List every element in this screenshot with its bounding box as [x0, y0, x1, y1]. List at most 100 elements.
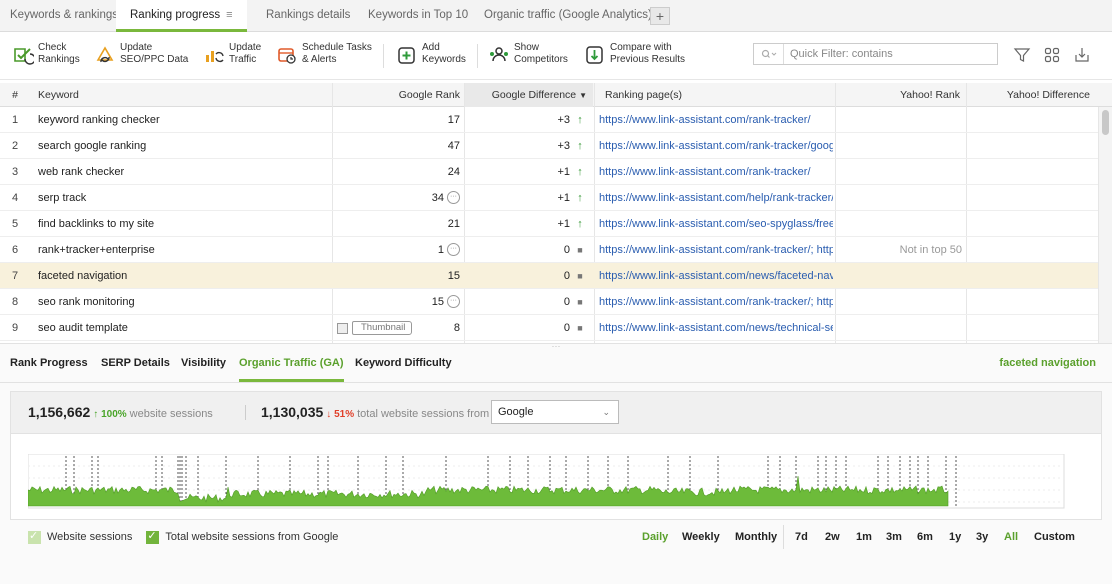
rank-value: 1: [437, 244, 444, 256]
view-options-icon[interactable]: [1043, 46, 1061, 64]
update-traffic-button[interactable]: Update Traffic: [203, 42, 261, 72]
update-traffic-icon: [206, 51, 224, 63]
table-header: # Keyword Google Rank Google Difference …: [0, 83, 1112, 107]
traffic-chart[interactable]: [28, 454, 1068, 514]
menu-icon[interactable]: ≡: [226, 0, 232, 31]
more-results-icon[interactable]: ···: [447, 242, 460, 256]
chart-legend: Website sessions Total website sessions …: [28, 528, 352, 546]
range-3m[interactable]: 3m: [886, 531, 902, 543]
ranking-page-link[interactable]: https://www.link-assistant.com/help/rank…: [599, 185, 833, 211]
export-icon[interactable]: [1073, 46, 1091, 64]
period-daily[interactable]: Daily: [642, 531, 668, 543]
google-rank-cell: 34 ···: [336, 185, 460, 211]
difference-value: +1: [557, 218, 570, 230]
yahoo-rank-cell: [840, 107, 962, 133]
col-ranking-pages[interactable]: Ranking page(s): [605, 83, 825, 107]
col-yahoo-difference[interactable]: Yahoo! Difference: [970, 83, 1090, 107]
show-competitors-button[interactable]: Show Competitors: [488, 42, 568, 72]
ranking-page-link[interactable]: https://www.link-assistant.com/rank-trac…: [599, 237, 833, 263]
more-results-icon[interactable]: ···: [447, 294, 460, 308]
table-row[interactable]: 4 serp track 34 ··· +1 ↑ https://www.link-assi…: [0, 185, 1098, 211]
traffic-source-select[interactable]: Google ⌄: [491, 400, 619, 424]
google-rank-cell: 15: [336, 263, 460, 289]
row-number: 5: [11, 218, 19, 230]
col-number[interactable]: #: [0, 83, 30, 107]
schedule-tasks-button[interactable]: Schedule Tasks & Alerts: [276, 42, 372, 72]
keyword-cell: keyword ranking checker: [38, 114, 160, 126]
detail-tabs: Rank Progress SERP Details Visibility Or…: [0, 351, 1112, 383]
range-7d[interactable]: 7d: [795, 531, 808, 543]
website-sessions-stat: 1,156,662 ↑ 100% website sessions: [28, 392, 213, 433]
ranking-page-link[interactable]: https://www.link-assistant.com/rank-trac…: [599, 159, 833, 185]
tab-rank-progress[interactable]: Rank Progress: [10, 351, 88, 382]
table-row[interactable]: 5 find backlinks to my site 21 +1 ↑ https://w…: [0, 211, 1098, 237]
yahoo-rank-cell: [840, 263, 962, 289]
filter-type-dropdown[interactable]: [754, 44, 784, 64]
google-rank-cell: 8: [336, 315, 460, 341]
add-keywords-button[interactable]: Add Keywords: [396, 42, 466, 72]
compare-results-button[interactable]: Compare with Previous Results: [584, 42, 685, 72]
tab-visibility[interactable]: Visibility: [181, 351, 226, 382]
yahoo-rank-cell: [840, 289, 962, 315]
website-sessions-checkbox[interactable]: [28, 529, 41, 544]
label-line1: Check: [38, 42, 67, 53]
table-row[interactable]: 6 rank+tracker+enterprise 1 ··· 0 ■ https://ww…: [0, 237, 1098, 263]
range-3y[interactable]: 3y: [976, 531, 988, 543]
label-line2: & Alerts: [302, 53, 337, 65]
rank-value: 24: [447, 166, 460, 178]
label-line1: Update: [229, 42, 262, 53]
tab-organic-traffic-ga[interactable]: Organic Traffic (GA): [239, 351, 344, 382]
col-keyword[interactable]: Keyword: [38, 83, 318, 107]
table-row[interactable]: 9 seo audit template Thumbnail 8 0 ■ https://w…: [0, 315, 1098, 341]
range-6m[interactable]: 6m: [917, 531, 933, 543]
google-sessions-checkbox[interactable]: [146, 529, 160, 544]
table-row[interactable]: 3 web rank checker 24 +1 ↑ https://www.link-a…: [0, 159, 1098, 185]
check-rankings-icon: [14, 48, 34, 65]
col-google-difference[interactable]: Google Difference ▼: [465, 83, 593, 107]
panel-splitter[interactable]: ···: [0, 342, 1112, 351]
ranking-page-link[interactable]: https://www.link-assistant.com/rank-trac…: [599, 289, 833, 315]
add-tab-button[interactable]: +: [650, 7, 670, 25]
col-google-rank[interactable]: Google Rank: [336, 83, 460, 107]
legend-website-sessions: Website sessions: [47, 531, 133, 543]
tab-organic-traffic[interactable]: Organic traffic (Google Analytics): [484, 0, 652, 31]
table-row[interactable]: 7 faceted navigation 15 0 ■ https://www.link-…: [0, 263, 1098, 289]
range-2w[interactable]: 2w: [825, 531, 840, 543]
table-row[interactable]: 1 keyword ranking checker 17 +3 ↑ https://www…: [0, 107, 1098, 133]
google-difference-cell: 0 ■: [470, 237, 584, 263]
tab-serp-details[interactable]: SERP Details: [101, 351, 170, 382]
ranking-page-link[interactable]: https://www.link-assistant.com/news/face…: [599, 263, 833, 289]
row-number: 4: [11, 192, 19, 204]
rank-value: 21: [447, 218, 460, 230]
quick-filter-input[interactable]: [784, 48, 994, 60]
period-weekly[interactable]: Weekly: [682, 531, 720, 543]
difference-value: 0: [563, 244, 570, 256]
range-1m[interactable]: 1m: [856, 531, 872, 543]
update-seo-button[interactable]: Update SEO/PPC Data: [94, 42, 188, 72]
google-rank-cell: 24: [336, 159, 460, 185]
table-row[interactable]: 8 seo rank monitoring 15 ··· 0 ■ https://www.l…: [0, 289, 1098, 315]
rank-value: 15: [431, 296, 444, 308]
table-scrollbar[interactable]: [1098, 107, 1112, 343]
more-results-icon[interactable]: ···: [447, 190, 460, 204]
tab-keywords-rankings[interactable]: Keywords & rankings: [10, 0, 118, 31]
tab-rankings-details[interactable]: Rankings details: [266, 0, 350, 31]
col-yahoo-rank[interactable]: Yahoo! Rank: [840, 83, 960, 107]
ranking-page-link[interactable]: https://www.link-assistant.com/rank-trac…: [599, 107, 833, 133]
range-all[interactable]: All: [1004, 531, 1018, 543]
table-row[interactable]: 2 search google ranking 47 +3 ↑ https://www.l…: [0, 133, 1098, 159]
ranking-page-link[interactable]: https://www.link-assistant.com/news/tech…: [599, 315, 833, 341]
filter-icon[interactable]: [1013, 46, 1031, 64]
trend-up-icon: ↑: [577, 140, 583, 152]
tab-keyword-difficulty[interactable]: Keyword Difficulty: [355, 351, 452, 382]
ranking-page-link[interactable]: https://www.link-assistant.com/rank-trac…: [599, 133, 833, 159]
check-rankings-button[interactable]: Check Rankings: [12, 42, 80, 72]
period-monthly[interactable]: Monthly: [735, 531, 777, 543]
range-1y[interactable]: 1y: [949, 531, 961, 543]
tab-ranking-progress[interactable]: Ranking progress ≡: [116, 0, 247, 32]
range-custom[interactable]: Custom: [1034, 531, 1075, 543]
tab-keywords-top10[interactable]: Keywords in Top 10: [368, 0, 468, 31]
scrollbar-thumb[interactable]: [1102, 110, 1109, 135]
row-number: 7: [11, 270, 19, 282]
ranking-page-link[interactable]: https://www.link-assistant.com/seo-spygl…: [599, 211, 833, 237]
